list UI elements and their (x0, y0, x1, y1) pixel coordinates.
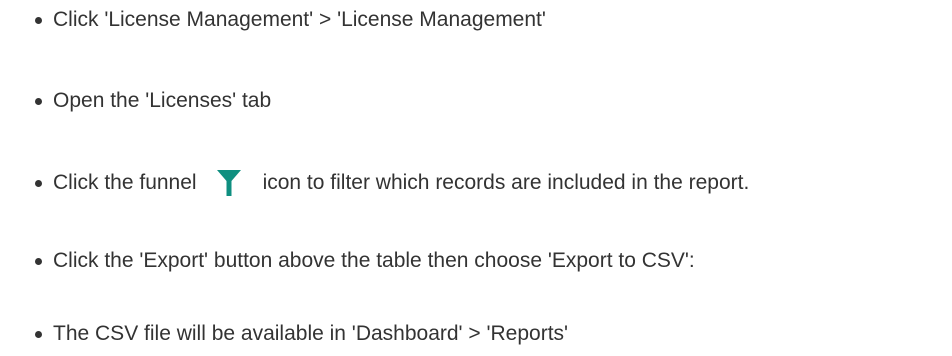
instruction-text: Open the 'Licenses' tab (53, 89, 272, 112)
instruction-step-1: Click 'License Management' > 'License Ma… (35, 0, 546, 40)
funnel-icon (215, 169, 243, 197)
instruction-step-3: Click the funnel icon to filter which re… (35, 163, 749, 203)
bullet-icon (35, 179, 42, 187)
instruction-text-after-icon: icon to filter which records are include… (262, 171, 750, 194)
instruction-text: Click 'License Management' > 'License Ma… (53, 8, 546, 31)
bullet-icon (35, 16, 42, 24)
instruction-step-2: Open the 'Licenses' tab (35, 81, 271, 121)
instruction-step-5: The CSV file will be available in 'Dashb… (35, 314, 568, 354)
instruction-text-before-icon: Click the funnel (53, 171, 197, 194)
bullet-icon (35, 97, 42, 105)
bullet-icon (35, 330, 42, 338)
instruction-step-4: Click the 'Export' button above the tabl… (35, 241, 695, 281)
instruction-text: The CSV file will be available in 'Dashb… (53, 322, 569, 345)
instruction-text: Click the 'Export' button above the tabl… (53, 249, 695, 272)
bullet-icon (35, 257, 42, 265)
